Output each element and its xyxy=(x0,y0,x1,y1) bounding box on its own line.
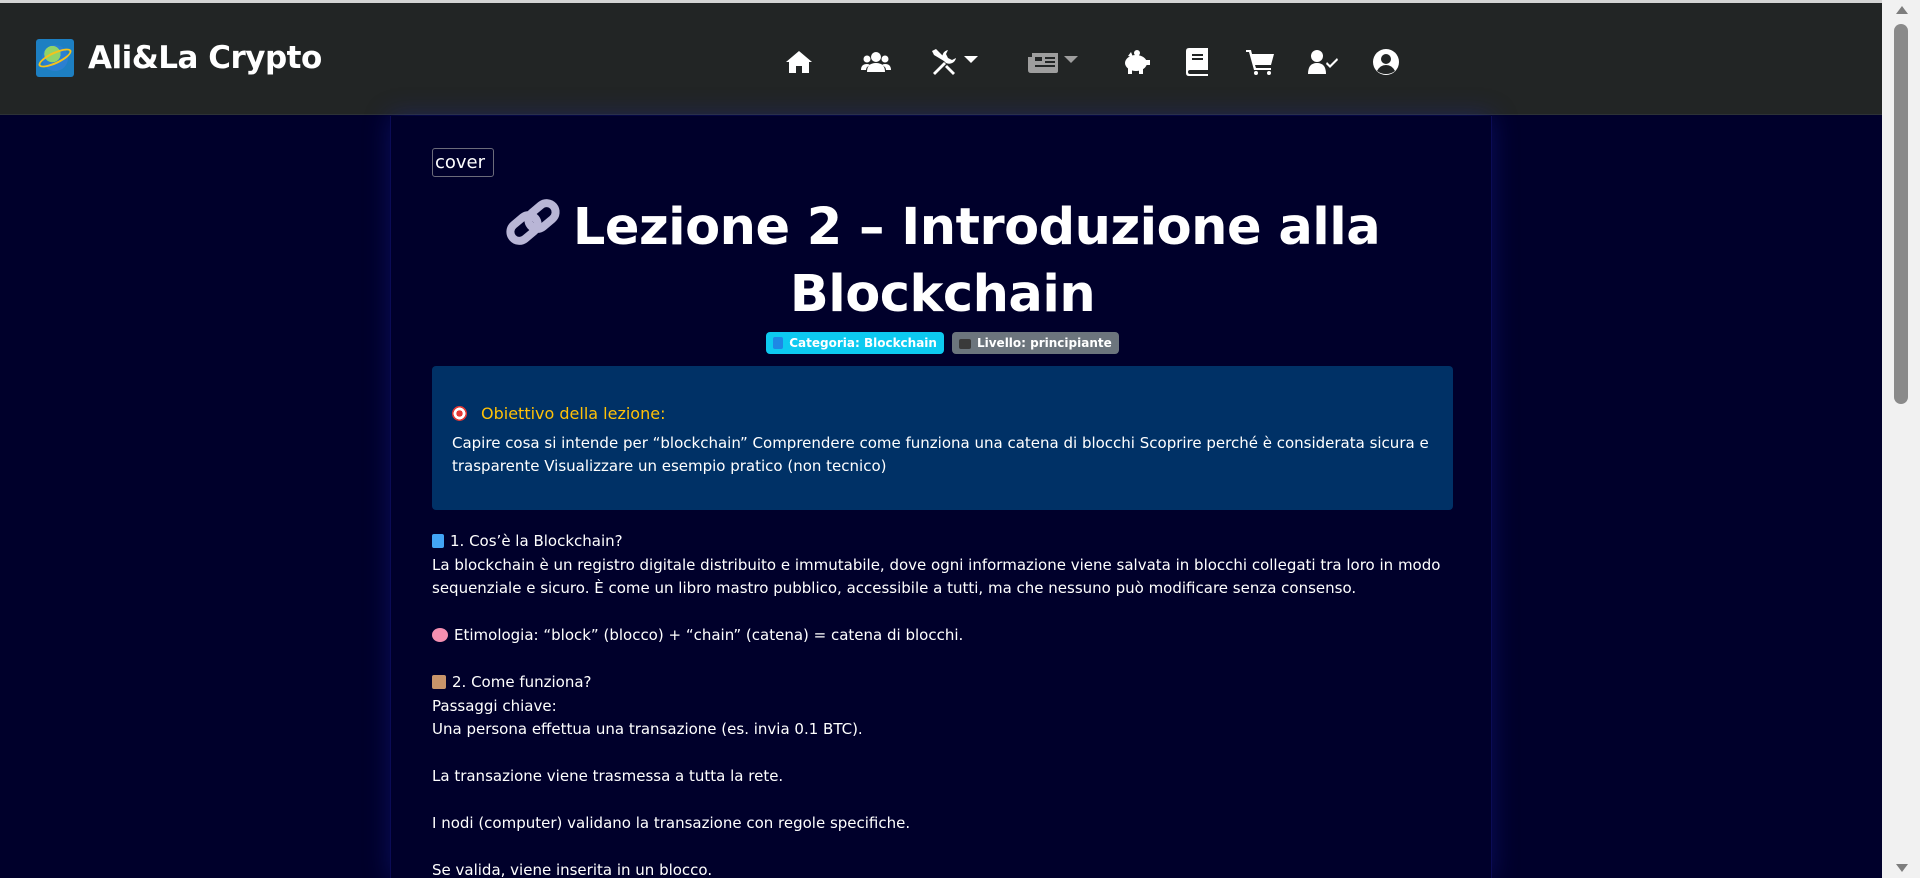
blue-book-icon xyxy=(432,534,444,548)
nav-home[interactable] xyxy=(785,47,813,77)
chevron-down-icon xyxy=(1064,55,1078,63)
title-text: Lezione 2 – Introduzione alla Blockchain xyxy=(572,198,1381,324)
etymology-line: Etimologia: “block” (blocco) + “chain” (… xyxy=(432,624,1453,648)
objective-text: Capire cosa si intende per “blockchain” … xyxy=(452,434,1429,475)
badge-row: Categoria: Blockchain Livello: principia… xyxy=(432,332,1453,354)
steps-label: Passaggi chiave: xyxy=(432,696,557,715)
book-blue-icon xyxy=(773,337,784,349)
step-item: La transazione viene trasmessa a tutta l… xyxy=(432,767,784,785)
cart-icon xyxy=(1246,50,1274,75)
brain-icon xyxy=(432,628,448,642)
user-circle-icon xyxy=(1373,49,1399,75)
tools-icon xyxy=(932,49,956,75)
step-item: Se valida, viene inserita in un blocco. xyxy=(432,861,713,878)
paragraph: La blockchain è un registro digitale dis… xyxy=(432,555,1441,598)
nav-tools-dropdown[interactable] xyxy=(930,47,978,77)
scroll-up-arrow-icon[interactable] xyxy=(1896,6,1908,14)
step-item: I nodi (computer) validano la transazion… xyxy=(432,814,911,832)
navbar: Ali&La Crypto xyxy=(0,3,1882,115)
nav-news-dropdown[interactable] xyxy=(1028,47,1078,77)
lesson-body: 1. Cos’è la Blockchain? La blockchain è … xyxy=(432,530,1453,878)
section-heading: 2. Come funziona? xyxy=(432,671,1453,695)
category-badge: Categoria: Blockchain xyxy=(766,332,944,354)
piggy-bank-icon xyxy=(1125,50,1150,74)
home-icon xyxy=(786,51,812,73)
objective-box: Obiettivo della lezione: Capire cosa si … xyxy=(432,366,1453,510)
cover-image-placeholder: cover xyxy=(432,148,494,177)
nav-users[interactable] xyxy=(861,47,891,77)
section-heading: 1. Cos’è la Blockchain? xyxy=(432,530,1453,554)
scroll-thumb[interactable] xyxy=(1894,24,1908,404)
link-icon xyxy=(505,197,561,263)
target-icon xyxy=(452,406,467,421)
objective-heading: Obiettivo della lezione: xyxy=(452,404,1433,423)
nav-book[interactable] xyxy=(1186,47,1208,77)
level-badge: Livello: principiante xyxy=(951,332,1119,354)
book-icon xyxy=(1186,48,1208,76)
news-icon xyxy=(1028,53,1058,73)
package-icon xyxy=(432,675,446,689)
scroll-down-arrow-icon[interactable] xyxy=(1896,864,1908,872)
nav-user-check[interactable] xyxy=(1308,47,1338,77)
nav-profile[interactable] xyxy=(1372,47,1400,77)
page-scrollbar[interactable] xyxy=(1882,0,1920,878)
nav-icon-bar xyxy=(0,47,1882,77)
graduation-cap-icon xyxy=(958,339,971,349)
nav-cart[interactable] xyxy=(1246,47,1274,77)
chevron-down-icon xyxy=(964,55,978,63)
users-icon xyxy=(861,52,891,72)
step-item: Una persona effettua una transazione (es… xyxy=(432,720,863,738)
user-check-icon xyxy=(1308,50,1338,74)
nav-piggy-bank[interactable] xyxy=(1122,47,1150,77)
lesson-article: cover Lezione 2 – Introduzione alla Bloc… xyxy=(390,116,1492,878)
page-title: Lezione 2 – Introduzione alla Blockchain xyxy=(432,196,1453,327)
